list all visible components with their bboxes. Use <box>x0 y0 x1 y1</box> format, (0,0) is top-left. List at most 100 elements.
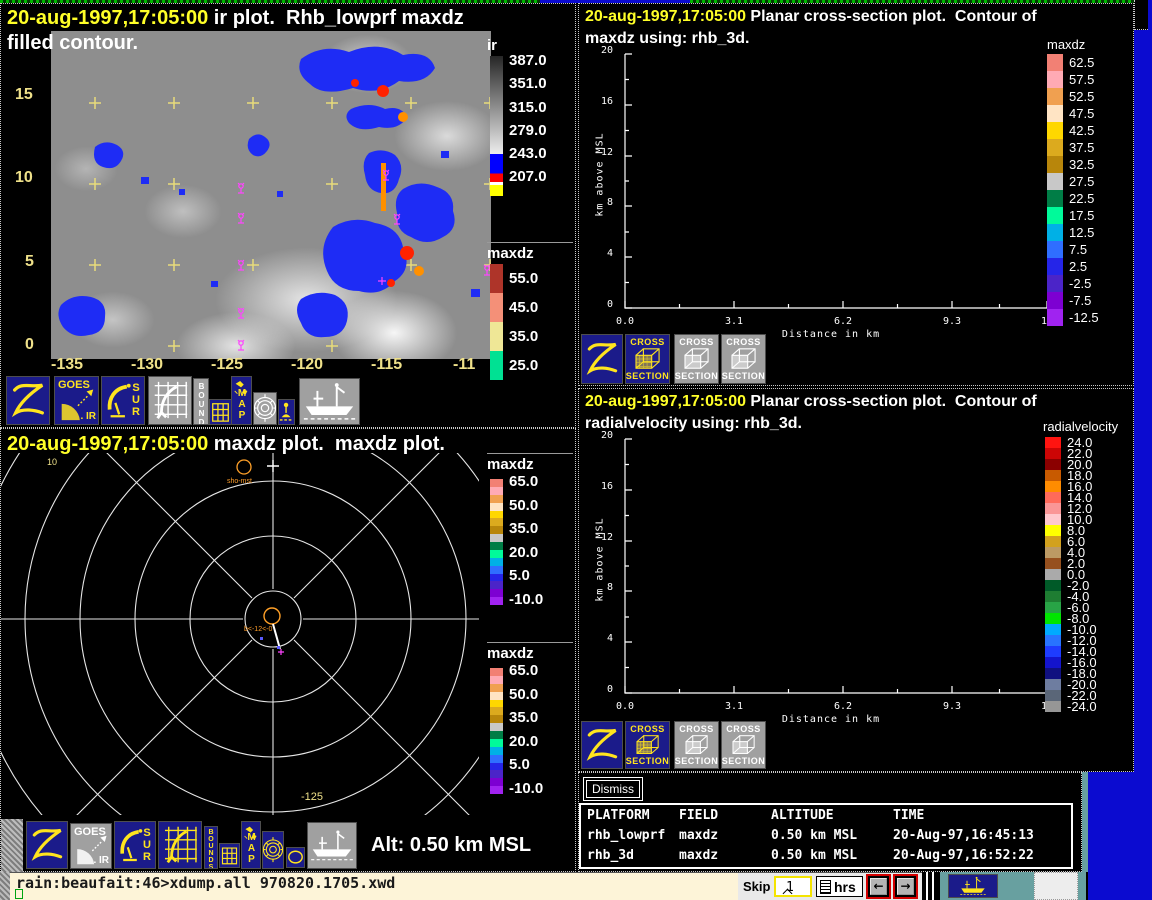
colorbar-value: 52.5 <box>1069 89 1095 104</box>
table-row-cell: 20-Aug-97,16:45:13 <box>893 828 1034 843</box>
small-grid-button[interactable] <box>219 843 240 868</box>
colorbar-label: -10.0 <box>509 779 544 797</box>
colorbar-swatch <box>1047 88 1063 105</box>
goes-ir-button[interactable]: GOES . IR <box>54 376 99 425</box>
buoy-button[interactable] <box>278 399 295 425</box>
ir-colorbar-label: 315.0 <box>509 98 547 116</box>
zebra-z-icon <box>11 383 44 418</box>
bounds-button[interactable]: BOUNDS <box>193 378 209 425</box>
corner-notch <box>1134 0 1148 30</box>
surveillance-radar-button[interactable]: SUR <box>114 821 156 869</box>
small-grid-button[interactable] <box>209 399 232 425</box>
map-label: MAP <box>236 388 248 421</box>
colorbar-swatch <box>490 581 503 590</box>
colorbar-label: -10.0 <box>509 590 544 608</box>
cross-section-button-2[interactable]: CROSS SECTION <box>674 721 719 769</box>
zebra-display-root: { "toolbar": {"goes":"GOES","ir":". IR",… <box>0 0 1152 900</box>
colorbar-value: 22.5 <box>1069 191 1095 206</box>
units-menu-icon <box>820 879 831 894</box>
colorbar-entry: 17.5 <box>1047 207 1099 224</box>
colorbar-swatch <box>490 668 503 676</box>
x-tick: 3.1 <box>724 316 744 327</box>
ship-platform-button[interactable] <box>948 874 998 898</box>
ship-icon <box>303 383 356 420</box>
colorbar-value: 32.5 <box>1069 157 1095 172</box>
skip-input[interactable]: 1 <box>774 876 812 899</box>
colorbar-swatch <box>490 351 503 380</box>
buoy-icon <box>279 402 294 421</box>
range-rings-button[interactable] <box>253 392 277 425</box>
radar-ppi-display[interactable]: sho-mst b<-12<-0 10 -125 <box>1 453 479 815</box>
panel-title-line2: radialvelocity using: rhb_3d. <box>585 415 802 432</box>
radar-grid-button[interactable] <box>158 821 202 869</box>
bounds-button[interactable]: BOUNDS <box>204 826 218 869</box>
data-status-dialog: Dismiss PLATFORM FIELD ALTITUDE TIME rhb… <box>578 772 1082 872</box>
step-back-button[interactable]: ← <box>866 874 891 899</box>
cross-section-cube-icon <box>684 735 708 754</box>
colorbar-swatch <box>490 589 503 598</box>
colorbar-entry: 52.5 <box>1047 88 1099 105</box>
colorbar-swatch <box>1045 591 1061 602</box>
cross-section-plot[interactable] <box>615 46 1055 318</box>
colorbar-swatch <box>1047 122 1063 139</box>
x-tick: -130 <box>131 356 164 373</box>
colorbar-swatch <box>1047 54 1063 71</box>
colorbar-value: 57.5 <box>1069 72 1095 87</box>
zebra-z-icon <box>31 828 63 861</box>
colorbar-value: 2.5 <box>1069 259 1088 274</box>
cross-section-button-1[interactable]: CROSS SECTION <box>625 334 670 384</box>
zebra-logo-button[interactable] <box>26 821 68 869</box>
range-rings-button[interactable] <box>262 831 284 869</box>
x-tick: 3.1 <box>724 701 744 712</box>
zebra-logo-button[interactable] <box>581 721 623 769</box>
colorbar-swatch <box>490 731 503 739</box>
cross-label: CROSS <box>630 337 665 347</box>
section-label: SECTION <box>625 371 670 381</box>
colorbar-value: 25.0 <box>509 357 539 374</box>
dismiss-button[interactable]: Dismiss <box>583 777 643 801</box>
map-button[interactable]: MAP <box>241 821 261 869</box>
satellite-image[interactable] <box>51 31 491 359</box>
colorbar-swatch <box>490 754 503 763</box>
cross-section-plot[interactable] <box>615 431 1055 703</box>
colorbar-label: 5.0 <box>509 567 530 584</box>
cross-section-button-1[interactable]: CROSS SECTION <box>625 721 670 769</box>
ir-colorbar-title: ir <box>487 37 498 54</box>
circle-overlay-button[interactable] <box>286 847 305 868</box>
title-text: maxdz plot. maxdz plot. <box>208 433 445 455</box>
colorbar-swatch <box>490 786 503 794</box>
cross-section-button-2[interactable]: CROSS SECTION <box>674 334 719 384</box>
zebra-logo-button[interactable] <box>6 376 50 425</box>
map-button[interactable]: MAP <box>231 376 252 425</box>
goes-ir-button[interactable]: GOES . IR <box>70 823 112 869</box>
colorbar-swatch <box>1045 558 1061 569</box>
ship-button[interactable] <box>299 378 360 425</box>
cross-label: CROSS <box>726 724 761 734</box>
cross-label: CROSS <box>726 337 761 347</box>
colorbar-swatch <box>490 770 503 779</box>
colorbar-swatch <box>1045 547 1061 558</box>
colorbar-entry: 55.0 <box>490 264 538 293</box>
colorbar-swatch <box>490 746 503 755</box>
cross-section-button-3[interactable]: CROSS SECTION <box>721 334 766 384</box>
ship-button[interactable] <box>307 822 357 869</box>
cross-label: CROSS <box>630 724 665 734</box>
ship-icon <box>960 876 986 895</box>
terminal-readout: rain:beaufait:46>xdump.all 970820.1705.x… <box>10 872 738 900</box>
colorbar-swatch <box>1047 173 1063 190</box>
surveillance-radar-button[interactable]: SUR <box>101 376 145 425</box>
maxdz-colorbar2-strip <box>490 668 503 794</box>
colorbar-swatch <box>1047 275 1063 292</box>
hrs-units-button[interactable]: hrs <box>816 876 863 897</box>
zebra-logo-button[interactable] <box>581 334 623 384</box>
cross-section-button-3[interactable]: CROSS SECTION <box>721 721 766 769</box>
colorbar-swatch <box>490 738 503 747</box>
left-arrow-icon: ← <box>870 878 887 895</box>
col-header: FIELD <box>679 808 719 823</box>
range-rings-icon <box>263 837 283 863</box>
step-forward-button[interactable]: → <box>893 874 918 899</box>
y-tick-5: 5 <box>25 253 34 270</box>
radar-grid-button[interactable] <box>148 376 192 425</box>
track-segment <box>272 623 281 650</box>
colorbar-swatch <box>1045 459 1061 470</box>
